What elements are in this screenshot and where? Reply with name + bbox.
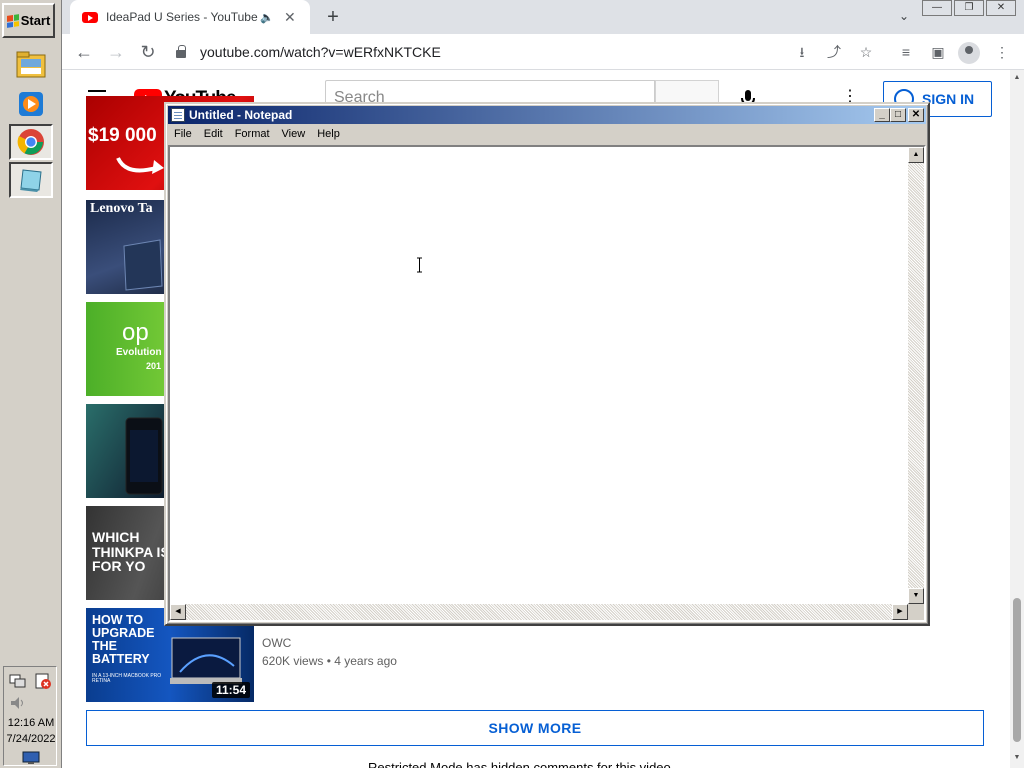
audio-playing-icon[interactable]: 🔈 [260,11,276,24]
menu-help[interactable]: Help [311,128,346,140]
tab-strip: IdeaPad U Series - YouTube 🔈 ✕ + ⌄ — ❐ ✕ [62,0,1024,34]
thumbnail-subtext: 201 [146,361,162,371]
tray-date[interactable]: 7/24/2022 [4,733,58,745]
show-desktop-icon[interactable] [22,751,40,765]
side-panel-icon[interactable]: ▣ [924,38,952,66]
forward-icon[interactable]: → [102,38,130,66]
tab-close-icon[interactable]: ✕ [284,9,300,26]
notepad-horizontal-scrollbar[interactable]: ◀ ▶ [170,604,908,620]
scroll-down-icon[interactable]: ▼ [908,588,924,604]
profile-avatar-icon[interactable] [958,42,980,64]
resize-grip-icon[interactable] [908,604,924,620]
tab-youtube[interactable]: IdeaPad U Series - YouTube 🔈 ✕ [70,0,310,34]
new-tab-button[interactable]: + [320,4,346,30]
back-icon[interactable]: ← [70,38,98,66]
scroll-right-icon[interactable]: ▶ [892,604,908,620]
show-more-button[interactable]: SHOW MORE [86,710,984,746]
menu-file[interactable]: File [168,128,198,140]
bookmark-star-icon[interactable]: ☆ [852,38,880,66]
system-tray: 12:16 AM 7/24/2022 [3,666,57,766]
notepad-close-button[interactable]: ✕ [908,108,924,122]
notepad-title-bar[interactable]: Untitled - Notepad [168,106,926,124]
taskbar: Start 12:16 AM 7/24/2022 [0,0,62,768]
video-meta: OWC 620K views • 4 years ago [262,634,397,670]
scrollbar-thumb[interactable] [1013,598,1021,742]
file-manager-icon[interactable] [9,46,53,82]
video-stats: 620K views • 4 years ago [262,654,397,668]
channel-name[interactable]: OWC [262,634,397,652]
notepad-maximize-button[interactable]: □ [890,108,906,122]
text-cursor-icon [417,257,422,273]
media-player-icon[interactable] [9,86,53,122]
tray-time[interactable]: 12:16 AM [4,717,58,729]
notepad-taskbar-icon[interactable] [9,162,53,198]
start-button[interactable]: Start [2,3,55,38]
menu-view[interactable]: View [276,128,312,140]
browser-toolbar: ← → ↻ youtube.com/watch?v=wERfxNKTCKE ⭳ … [62,34,1024,70]
close-button[interactable]: ✕ [986,0,1016,16]
notepad-icon [171,108,185,122]
url-text: youtube.com/watch?v=wERfxNKTCKE [200,44,441,60]
scroll-up-icon[interactable]: ▲ [908,147,924,163]
menu-edit[interactable]: Edit [198,128,229,140]
notepad-menu-bar: File Edit Format View Help [168,125,926,143]
scroll-up-icon[interactable]: ▲ [1013,74,1021,81]
lock-icon[interactable] [176,45,186,58]
notepad-vertical-scrollbar[interactable]: ▲ ▼ [908,147,924,604]
start-label: Start [20,13,51,28]
tab-search-icon[interactable]: ⌄ [894,6,914,26]
youtube-favicon-icon [82,11,98,23]
restore-button[interactable]: ❐ [954,0,984,16]
thumbnail-text: $19 000 [88,125,157,146]
menu-kebab-icon[interactable]: ⋮ [988,38,1016,66]
media-control-icon[interactable]: ≡ [892,38,920,66]
reload-icon[interactable]: ↻ [134,38,162,66]
chrome-taskbar-icon[interactable] [9,124,53,160]
install-icon[interactable]: ⭳ [788,38,816,66]
security-alert-icon[interactable] [34,672,52,690]
scroll-left-icon[interactable]: ◀ [170,604,186,620]
video-duration: 11:54 [211,682,250,698]
notepad-minimize-button[interactable]: _ [874,108,890,122]
address-bar[interactable]: youtube.com/watch?v=wERfxNKTCKE [166,38,782,66]
notepad-window: Untitled - Notepad _ □ ✕ File Edit Forma… [164,102,930,626]
menu-format[interactable]: Format [229,128,276,140]
minimize-button[interactable]: — [922,0,952,16]
thumbnail-text: op [122,319,149,346]
scroll-down-icon[interactable]: ▼ [1013,754,1021,761]
tab-title: IdeaPad U Series - YouTube [106,10,258,24]
network-icon[interactable] [9,673,27,689]
thumbnail-subtext: Evolution [116,347,162,358]
page-scrollbar[interactable]: ▲ ▼ [1010,70,1024,768]
thumbnail-subtext: IN A 13-INCH MACBOOK PRO RETINA [92,673,162,685]
thumbnail-text: Lenovo Ta [90,201,153,216]
windows-logo-icon [6,13,19,28]
notepad-title: Untitled - Notepad [189,108,293,122]
notepad-text-area[interactable]: ▲ ▼ ◀ ▶ [168,145,926,622]
volume-icon[interactable] [9,695,27,711]
comments-notice: Restricted Mode has hidden comments for … [368,760,675,768]
thumbnail-text: HOW TO UPGRADE THE BATTERY [92,613,155,667]
share-icon[interactable]: ⤴ [820,38,848,66]
thumbnail-text: WHICH THINKPA IS FOR YO [92,529,170,575]
